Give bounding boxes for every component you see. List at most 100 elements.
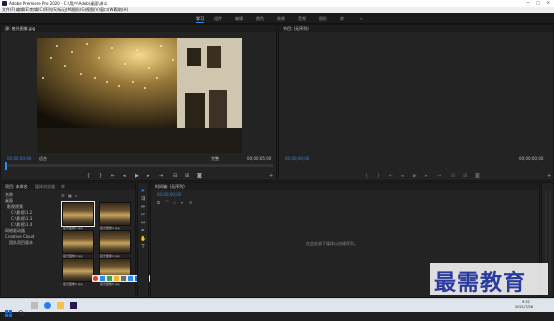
step-back-icon[interactable]: ◂ (123, 173, 126, 179)
close-button[interactable]: ✕ (547, 1, 550, 5)
source-monitor-tab[interactable]: 源: 夜光图像.jpg (5, 27, 35, 31)
eraser-icon[interactable] (121, 276, 126, 281)
type-tool-icon[interactable]: T (140, 244, 146, 250)
program-go-to-out-icon[interactable]: ⇥ (437, 173, 441, 179)
search-icon[interactable]: ⌕ (75, 193, 77, 198)
tab-assembly[interactable]: 组件 (214, 16, 222, 22)
column-header-name[interactable]: 名称 (5, 193, 13, 197)
more-workspaces-icon[interactable]: » (360, 16, 362, 21)
highlight-icon[interactable] (107, 276, 112, 281)
slip-tool-icon[interactable]: ↔ (140, 220, 146, 226)
program-mark-out-icon[interactable]: } (377, 173, 380, 179)
list-item[interactable]: 夜光图像5.jpg (62, 258, 94, 286)
hand-tool-icon[interactable]: ✋ (140, 236, 146, 242)
tree-item[interactable]: Creative Cloud (5, 235, 34, 239)
tab-learning[interactable]: 学习 (196, 16, 204, 23)
add-marker-icon[interactable]: ▾ (181, 200, 183, 205)
tab-libraries[interactable]: 库 (340, 16, 344, 22)
overwrite-icon[interactable]: ⊞ (185, 173, 189, 179)
menu-view[interactable]: 视图(V) (86, 8, 100, 12)
menu-clip[interactable]: 剪辑(C) (30, 8, 44, 12)
nest-icon[interactable]: ⧉ (157, 200, 160, 205)
resolution-dropdown[interactable]: 完整 (211, 157, 219, 161)
menu-help[interactable]: 帮助(H) (114, 8, 128, 12)
menu-sequence[interactable]: 序列(S) (44, 8, 58, 12)
tree-item[interactable]: 影视视频 (7, 205, 23, 209)
play-icon[interactable]: ▶ (135, 173, 139, 179)
step-forward-icon[interactable]: ▸ (147, 173, 150, 179)
record-icon[interactable] (93, 276, 98, 281)
tab-graphics[interactable]: 图形 (319, 16, 327, 22)
program-add-button-icon[interactable]: + (547, 173, 551, 179)
tree-item[interactable]: 团队项目版本 (9, 241, 33, 245)
program-go-to-in-icon[interactable]: ⇤ (389, 173, 393, 179)
program-monitor-tab[interactable]: 节目: (无序列) (283, 27, 309, 31)
tab-media-browser[interactable]: 媒体浏览器 (35, 185, 55, 189)
pen-icon[interactable] (100, 276, 105, 281)
tree-item[interactable]: 网络驱动器 (5, 229, 25, 233)
wrench-icon[interactable]: ⚙ (189, 200, 193, 205)
lift-icon[interactable]: ⊟ (451, 173, 455, 179)
selection-tool-icon[interactable]: ➤ (140, 188, 146, 194)
timeline-tab[interactable]: 时间轴: (无序列) (155, 185, 185, 189)
fit-dropdown[interactable]: 适合 (39, 157, 47, 161)
minimize-button[interactable]: — (526, 1, 530, 5)
maximize-button[interactable]: □ (536, 1, 540, 5)
go-to-out-icon[interactable]: ⇥ (159, 173, 163, 179)
export-frame-icon[interactable]: ◙ (197, 173, 202, 179)
icon-view-icon[interactable]: ▦ (68, 193, 72, 198)
list-view-icon[interactable]: ☰ (61, 193, 65, 198)
tree-item[interactable]: C:\影视\1.4 (11, 223, 32, 227)
track-select-tool-icon[interactable]: ⇶ (140, 196, 146, 202)
timeline-timecode[interactable]: 00;00;00;00 (157, 193, 181, 197)
mark-in-icon[interactable]: { (87, 173, 90, 179)
tab-editing[interactable]: 编辑 (235, 16, 243, 22)
menu-edit[interactable]: 编辑(E) (16, 8, 30, 12)
premiere-taskbar-icon[interactable] (70, 302, 77, 309)
menu-window[interactable]: 窗口(W) (100, 8, 115, 12)
edge-browser-icon[interactable] (44, 302, 51, 309)
tab-audio[interactable]: 音频 (298, 16, 306, 22)
file-explorer-icon[interactable] (57, 302, 64, 309)
insert-icon[interactable]: ⊟ (173, 173, 177, 179)
razor-tool-icon[interactable]: ✂ (140, 212, 146, 218)
source-monitor-panel: 源: 夜光图像.jpg 00;00;00;00 适合 完整 00;00;05;0… (0, 24, 277, 181)
list-item[interactable]: 夜光图像2.jpg (99, 202, 131, 230)
tree-item[interactable]: C:\影视\1.2 (11, 211, 32, 215)
menu-file[interactable]: 文件(F) (2, 8, 15, 12)
playhead-icon[interactable] (5, 162, 7, 170)
shape-icon[interactable] (114, 276, 119, 281)
list-item[interactable]: 夜光图像3.jpg (62, 230, 94, 258)
extract-icon[interactable]: ⊞ (463, 173, 467, 179)
program-mark-in-icon[interactable]: { (365, 173, 368, 179)
windows-start-icon[interactable] (5, 302, 12, 317)
snap-icon[interactable]: ⌒ (165, 200, 169, 206)
linked-selection-icon[interactable]: ⊂ (173, 200, 176, 205)
program-export-frame-icon[interactable]: ◙ (475, 173, 480, 179)
source-scrubber[interactable] (5, 164, 273, 167)
list-item[interactable]: 夜光图像1.jpg (61, 201, 95, 230)
undo-icon[interactable] (128, 276, 133, 281)
tree-item[interactable]: 桌面 (5, 199, 13, 203)
tree-item[interactable]: C:\影视\1.3 (11, 217, 32, 221)
go-to-in-icon[interactable]: ⇤ (111, 173, 115, 179)
program-step-forward-icon[interactable]: ▸ (425, 173, 428, 179)
pen-tool-icon[interactable]: ✒ (140, 228, 146, 234)
mark-out-icon[interactable]: } (99, 173, 102, 179)
tab-project[interactable]: 项目: 未命名 (5, 185, 28, 189)
program-step-back-icon[interactable]: ◂ (401, 173, 404, 179)
source-timecode-current[interactable]: 00;00;00;00 (7, 157, 31, 161)
list-item[interactable]: 夜光图像4.jpg (99, 230, 131, 258)
add-button-icon[interactable]: + (269, 173, 273, 179)
menu-graphics[interactable]: 图形(G) (72, 8, 86, 12)
tab-effects[interactable]: 效果 (277, 16, 285, 22)
search-taskbar-icon[interactable] (18, 302, 25, 317)
menu-marker[interactable]: 标记(M) (58, 8, 73, 12)
program-timecode-current[interactable]: 00;00;00;00 (285, 157, 309, 161)
program-play-icon[interactable]: ▶ (413, 173, 417, 179)
ripple-edit-tool-icon[interactable]: ⇹ (140, 204, 146, 210)
home-icon[interactable] (6, 15, 11, 30)
task-view-icon[interactable] (31, 302, 38, 309)
tab-color[interactable]: 颜色 (256, 16, 264, 22)
tab-libraries-panel[interactable]: 库 (61, 185, 65, 189)
